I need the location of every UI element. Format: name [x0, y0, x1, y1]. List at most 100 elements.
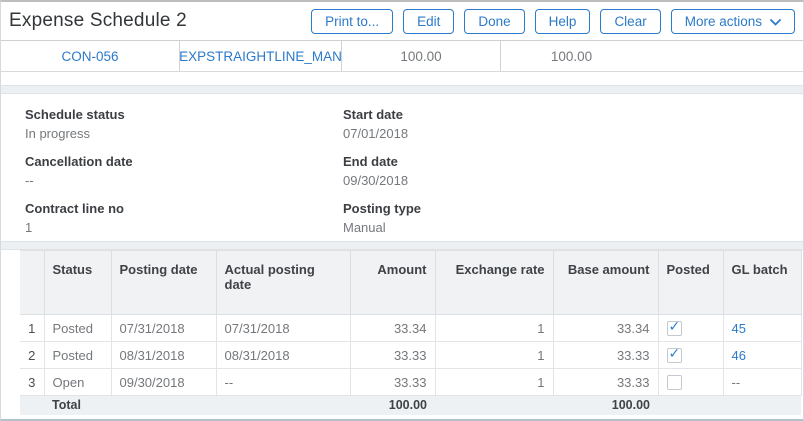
row-number: 3 [20, 369, 44, 396]
total-amount: 100.00 [350, 396, 435, 415]
posting-type-field: Posting type Manual [343, 201, 803, 235]
base-amount-cell: 33.33 [553, 342, 658, 369]
clear-button[interactable]: Clear [600, 9, 660, 34]
amount-cell: 33.33 [350, 369, 435, 396]
actual-posting-date-cell: -- [216, 369, 350, 396]
posted-header: Posted [658, 251, 723, 315]
row-number: 2 [20, 342, 44, 369]
help-button[interactable]: Help [535, 9, 591, 34]
total-spacer [723, 396, 801, 415]
exchange-rate-header: Exchange rate [435, 251, 553, 315]
actual-posting-date-header: Actual posting date [216, 251, 350, 315]
record-base-amount-cell: 100.00 [501, 41, 642, 71]
field-label: Cancellation date [25, 154, 343, 169]
field-label: End date [343, 154, 803, 169]
details-left-column: Schedule status In progress Cancellation… [25, 107, 343, 248]
contract-line-no-field: Contract line no 1 [25, 201, 343, 235]
posted-checkbox[interactable] [667, 375, 682, 390]
expense-schedule-page: Expense Schedule 2 Print to... Edit Done… [0, 0, 804, 421]
total-label: Total [44, 396, 350, 415]
postings-table: Status Posting date Actual posting date … [20, 250, 802, 415]
status-cell: Open [44, 369, 111, 396]
schedule-status-field: Schedule status In progress [25, 107, 343, 141]
field-value: 07/01/2018 [343, 126, 803, 141]
toolbar: Print to... Edit Done Help Clear More ac… [311, 9, 795, 34]
field-value: 1 [25, 220, 343, 235]
posted-cell [658, 369, 723, 396]
exchange-rate-cell: 1 [435, 342, 553, 369]
field-value: Manual [343, 220, 803, 235]
details-right-column: Start date 07/01/2018 End date 09/30/201… [343, 107, 803, 248]
posting-date-header: Posting date [111, 251, 216, 315]
actual-posting-date-cell: 07/31/2018 [216, 315, 350, 342]
table-header-row: Status Posting date Actual posting date … [20, 251, 801, 315]
record-contract-cell: CON-056 [1, 41, 180, 71]
record-item-cell: EXPSTRAIGHTLINE_MAN [180, 41, 342, 71]
total-spacer [20, 396, 44, 415]
print-to-button[interactable]: Print to... [311, 9, 393, 34]
field-value: In progress [25, 126, 343, 141]
more-actions-label: More actions [685, 14, 762, 29]
posted-checkbox[interactable]: ✓ [667, 348, 682, 363]
end-date-field: End date 09/30/2018 [343, 154, 803, 188]
cancellation-date-field: Cancellation date -- [25, 154, 343, 188]
gl-batch-header: GL batch [723, 251, 801, 315]
check-icon: ✓ [669, 345, 681, 362]
record-base-amount-value: 100.00 [551, 49, 592, 64]
field-value: -- [25, 173, 343, 188]
table-row: 3 Open 09/30/2018 -- 33.33 1 33.33 -- [20, 369, 801, 396]
schedule-details-panel: Schedule status In progress Cancellation… [1, 94, 803, 241]
page-title: Expense Schedule 2 [9, 10, 187, 32]
row-number-header [20, 251, 44, 315]
total-base-amount: 100.00 [553, 396, 658, 415]
check-icon: ✓ [669, 318, 681, 335]
contract-id-link[interactable]: CON-056 [61, 49, 118, 64]
status-header: Status [44, 251, 111, 315]
field-label: Schedule status [25, 107, 343, 122]
chevron-down-icon [770, 14, 781, 29]
page-header: Expense Schedule 2 Print to... Edit Done… [1, 2, 803, 41]
gl-batch-cell: 45 [723, 315, 801, 342]
posted-checkbox[interactable]: ✓ [667, 321, 682, 336]
gl-batch-link[interactable]: 45 [732, 321, 746, 336]
record-amount-value: 100.00 [400, 49, 441, 64]
field-label: Start date [343, 107, 803, 122]
field-label: Posting type [343, 201, 803, 216]
section-divider [1, 85, 803, 94]
exchange-rate-cell: 1 [435, 315, 553, 342]
base-amount-header: Base amount [553, 251, 658, 315]
start-date-field: Start date 07/01/2018 [343, 107, 803, 141]
total-row: Total 100.00 100.00 [20, 396, 801, 415]
posting-date-cell: 07/31/2018 [111, 315, 216, 342]
selected-record-row: CON-056 EXPSTRAIGHTLINE_MAN 100.00 100.0… [1, 41, 803, 72]
status-cell: Posted [44, 315, 111, 342]
gl-batch-empty: -- [732, 375, 741, 390]
done-button[interactable]: Done [464, 9, 524, 34]
gl-batch-cell: -- [723, 369, 801, 396]
more-actions-button[interactable]: More actions [671, 9, 795, 34]
total-spacer [658, 396, 723, 415]
postings-table-wrap: Status Posting date Actual posting date … [20, 250, 801, 415]
base-amount-cell: 33.33 [553, 369, 658, 396]
amount-header: Amount [350, 251, 435, 315]
spacer [1, 72, 803, 85]
posting-date-cell: 08/31/2018 [111, 342, 216, 369]
item-id-link[interactable]: EXPSTRAIGHTLINE_MAN [179, 49, 342, 64]
edit-button[interactable]: Edit [403, 9, 454, 34]
posting-date-cell: 09/30/2018 [111, 369, 216, 396]
row-number: 1 [20, 315, 44, 342]
amount-cell: 33.33 [350, 342, 435, 369]
table-row: 2 Posted 08/31/2018 08/31/2018 33.33 1 3… [20, 342, 801, 369]
exchange-rate-cell: 1 [435, 369, 553, 396]
total-spacer [435, 396, 553, 415]
record-amount-cell: 100.00 [342, 41, 501, 71]
amount-cell: 33.34 [350, 315, 435, 342]
table-row: 1 Posted 07/31/2018 07/31/2018 33.34 1 3… [20, 315, 801, 342]
base-amount-cell: 33.34 [553, 315, 658, 342]
actual-posting-date-cell: 08/31/2018 [216, 342, 350, 369]
posted-cell: ✓ [658, 315, 723, 342]
gl-batch-link[interactable]: 46 [732, 348, 746, 363]
gl-batch-cell: 46 [723, 342, 801, 369]
posted-cell: ✓ [658, 342, 723, 369]
field-label: Contract line no [25, 201, 343, 216]
